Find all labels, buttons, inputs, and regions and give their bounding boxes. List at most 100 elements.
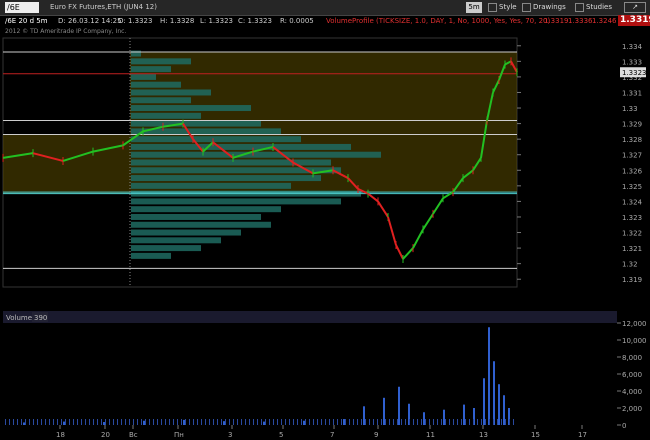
volume-tick-label: 12,000 [622, 320, 647, 328]
volume-bar [213, 419, 214, 425]
volume-bar [497, 419, 498, 425]
volume-bar [273, 419, 274, 425]
volume-bar [193, 419, 194, 425]
volume-bar [97, 419, 98, 425]
volume-bar [177, 419, 178, 425]
volume-bar [49, 419, 50, 425]
volume-bar [425, 419, 426, 425]
profile-bar [131, 50, 141, 57]
volume-bar [417, 419, 418, 425]
volume-bar [369, 419, 370, 425]
volume-bar [345, 419, 346, 425]
volume-bar [141, 419, 142, 425]
profile-bar [131, 81, 181, 88]
volume-tick-label: 2,000 [622, 405, 642, 413]
volume-bar [385, 419, 386, 425]
volume-bar [305, 419, 306, 425]
volume-bar [201, 419, 202, 425]
volume-bar [357, 419, 358, 425]
volume-bar [321, 419, 322, 425]
volume-bar [261, 419, 262, 425]
time-tick-label: 18 [56, 431, 65, 439]
value-area-box-prev [3, 134, 130, 194]
time-tick-label: 17 [578, 431, 587, 439]
price-chart[interactable]: 1.3341.3331.3321.3311.331.3291.3281.3271… [0, 0, 650, 440]
volume-bar [493, 361, 495, 425]
volume-bar [237, 419, 238, 425]
volume-bar [433, 419, 434, 425]
profile-bar [131, 206, 281, 213]
volume-bar [329, 419, 330, 425]
volume-bar [483, 378, 485, 425]
time-tick-label: 7 [330, 431, 334, 439]
time-tick-label: 13 [479, 431, 488, 439]
profile-bar [131, 159, 331, 166]
volume-bar [383, 397, 385, 425]
volume-bar [473, 419, 474, 425]
profile-bar [131, 58, 191, 65]
volume-bar [423, 412, 425, 425]
volume-bar [489, 419, 490, 425]
volume-tick-label: 10,000 [622, 337, 647, 345]
price-tick-label: 1.321 [622, 245, 642, 253]
time-tick-label: Вс [129, 431, 138, 439]
volume-bar [469, 419, 470, 425]
volume-bar [137, 419, 138, 425]
volume-bar [343, 419, 345, 425]
price-tick-label: 1.33 [622, 105, 638, 113]
volume-tick-label: 0 [622, 422, 626, 430]
volume-bar [421, 419, 422, 425]
price-tick-label: 1.324 [622, 198, 643, 206]
volume-bar [309, 419, 310, 425]
volume-bar [457, 419, 458, 425]
volume-bar [143, 420, 145, 425]
volume-bar [313, 419, 314, 425]
volume-bar [121, 419, 122, 425]
volume-bar [401, 419, 402, 425]
volume-bar [57, 419, 58, 425]
volume-bar [125, 419, 126, 425]
volume-bar [181, 419, 182, 425]
volume-bar [69, 419, 70, 425]
volume-bar [113, 419, 114, 425]
volume-bar [185, 419, 186, 425]
volume-bar [409, 419, 410, 425]
volume-bar [53, 419, 54, 425]
time-tick-label: 15 [531, 431, 540, 439]
profile-bar [131, 252, 171, 259]
profile-bar [131, 73, 156, 80]
volume-bar [105, 419, 106, 425]
profile-bar [131, 175, 321, 182]
volume-bar [129, 419, 130, 425]
volume-bar [221, 419, 222, 425]
volume-bar [17, 419, 18, 425]
volume-bar [77, 419, 78, 425]
volume-bar [29, 419, 30, 425]
profile-bar [131, 97, 191, 104]
time-tick-label: 11 [426, 431, 435, 439]
volume-bar [373, 419, 374, 425]
price-tick-label: 1.32 [622, 261, 638, 269]
volume-bar [93, 419, 94, 425]
time-tick-label: Пн [174, 431, 184, 439]
volume-bar [325, 419, 326, 425]
price-tick-label: 1.327 [622, 152, 642, 160]
volume-bar [81, 419, 82, 425]
volume-bar [398, 386, 400, 425]
profile-bar [131, 221, 271, 228]
profile-bar [131, 198, 341, 205]
volume-bar [253, 419, 254, 425]
volume-bar [485, 419, 486, 425]
volume-bar [173, 419, 174, 425]
volume-bar [449, 419, 450, 425]
volume-bar [61, 419, 62, 425]
volume-bar [353, 419, 354, 425]
volume-bar [488, 327, 490, 425]
volume-bar [109, 419, 110, 425]
profile-bar [131, 112, 201, 119]
volume-bar [117, 419, 118, 425]
price-tick-label: 1.334 [622, 43, 643, 51]
volume-bar [501, 419, 502, 425]
volume-bar [281, 419, 282, 425]
price-tick-label: 1.329 [622, 121, 642, 129]
